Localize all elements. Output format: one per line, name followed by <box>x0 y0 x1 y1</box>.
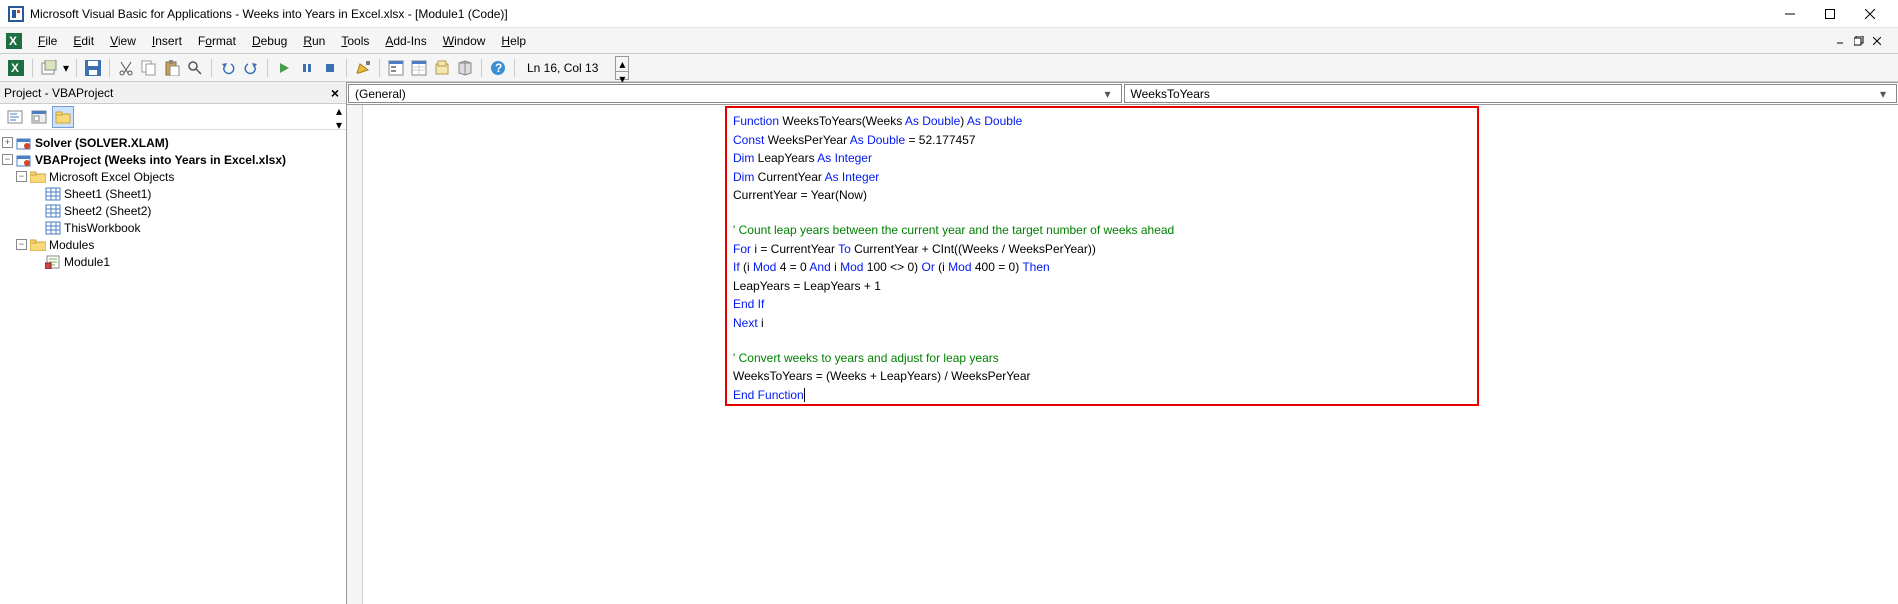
folder-icon <box>30 170 46 184</box>
svg-text:?: ? <box>495 61 502 75</box>
project-scroll-up[interactable]: ▴ <box>332 104 346 118</box>
module-icon <box>45 255 61 269</box>
close-button[interactable] <box>1850 3 1890 25</box>
code-dropdowns: (General) ▾ WeeksToYears ▾ <box>347 83 1898 105</box>
menu-debug[interactable]: Debug <box>244 32 295 50</box>
paste-button[interactable] <box>162 58 182 78</box>
object-dropdown[interactable]: (General) ▾ <box>348 84 1122 103</box>
workbook-icon <box>45 221 61 235</box>
tree-solver[interactable]: + Solver (SOLVER.XLAM) <box>2 134 344 151</box>
collapse-icon[interactable]: − <box>16 239 27 250</box>
design-mode-button[interactable] <box>353 58 373 78</box>
maximize-button[interactable] <box>1810 3 1850 25</box>
object-dropdown-value: (General) <box>355 87 406 101</box>
folder-icon <box>30 238 46 252</box>
project-tree[interactable]: + Solver (SOLVER.XLAM) − VBAProject (Wee… <box>0 130 346 604</box>
project-toolbar: ▴ ▾ <box>0 104 346 130</box>
svg-text:X: X <box>9 34 17 48</box>
title-bar: Microsoft Visual Basic for Applications … <box>0 0 1898 28</box>
project-scroll-down[interactable]: ▾ <box>332 118 346 132</box>
expand-icon[interactable]: + <box>2 137 13 148</box>
worksheet-icon <box>45 204 61 218</box>
menu-edit[interactable]: Edit <box>65 32 102 50</box>
object-browser-button[interactable] <box>432 58 452 78</box>
menu-window[interactable]: Window <box>435 32 494 50</box>
toggle-folders-button[interactable] <box>52 106 74 128</box>
menu-insert[interactable]: Insert <box>144 32 190 50</box>
tree-excel-objects[interactable]: − Microsoft Excel Objects <box>2 168 344 185</box>
tree-vbaproject[interactable]: − VBAProject (Weeks into Years in Excel.… <box>2 151 344 168</box>
redo-button[interactable] <box>241 58 261 78</box>
workspace: Project - VBAProject × ▴ ▾ + Solver (SOL… <box>0 82 1898 604</box>
project-panel-close-button[interactable]: × <box>328 86 342 100</box>
menu-help[interactable]: Help <box>493 32 534 50</box>
undo-button[interactable] <box>218 58 238 78</box>
child-close-button[interactable] <box>1869 34 1885 48</box>
excel-icon[interactable]: X <box>6 33 22 49</box>
worksheet-icon <box>45 187 61 201</box>
project-icon <box>16 136 32 150</box>
code-window: (General) ▾ WeeksToYears ▾ Function Week… <box>347 82 1898 604</box>
chevron-down-icon: ▾ <box>1101 87 1115 101</box>
code-editor[interactable]: Function WeeksToYears(Weeks As Double) A… <box>347 105 1898 604</box>
menu-format[interactable]: Format <box>190 32 244 50</box>
view-excel-button[interactable]: X <box>6 58 26 78</box>
project-panel-title: Project - VBAProject <box>4 86 113 100</box>
menu-bar: X File Edit View Insert Format Debug Run… <box>0 28 1898 54</box>
project-explorer-button[interactable] <box>386 58 406 78</box>
insert-button[interactable] <box>39 58 59 78</box>
find-button[interactable] <box>185 58 205 78</box>
menu-addins[interactable]: Add-Ins <box>377 32 434 50</box>
vba-app-icon <box>8 6 24 22</box>
project-panel-titlebar: Project - VBAProject × <box>0 82 346 104</box>
help-button[interactable]: ? <box>488 58 508 78</box>
child-minimize-button[interactable] <box>1833 34 1849 48</box>
project-icon <box>16 153 32 167</box>
code-gutter <box>347 105 363 604</box>
tree-sheet1[interactable]: Sheet1 (Sheet1) <box>2 185 344 202</box>
project-explorer-panel: Project - VBAProject × ▴ ▾ + Solver (SOL… <box>0 82 347 604</box>
tree-modules[interactable]: − Modules <box>2 236 344 253</box>
menu-file[interactable]: File <box>30 32 65 50</box>
svg-text:X: X <box>11 61 19 75</box>
chevron-down-icon: ▾ <box>1876 87 1890 101</box>
tree-thisworkbook[interactable]: ThisWorkbook <box>2 219 344 236</box>
copy-button[interactable] <box>139 58 159 78</box>
procedure-dropdown[interactable]: WeeksToYears ▾ <box>1124 84 1898 103</box>
properties-button[interactable] <box>409 58 429 78</box>
minimize-button[interactable] <box>1770 3 1810 25</box>
save-button[interactable] <box>83 58 103 78</box>
view-object-button[interactable] <box>28 106 50 128</box>
menu-run[interactable]: Run <box>295 32 333 50</box>
menu-tools[interactable]: Tools <box>333 32 377 50</box>
cut-button[interactable] <box>116 58 136 78</box>
break-button[interactable] <box>297 58 317 78</box>
standard-toolbar: X ▾ ? Ln 16, Col 13 ▴▾ <box>0 54 1898 82</box>
cursor-position: Ln 16, Col 13 <box>521 60 604 76</box>
toolbox-button[interactable] <box>455 58 475 78</box>
tree-sheet2[interactable]: Sheet2 (Sheet2) <box>2 202 344 219</box>
tree-module1[interactable]: Module1 <box>2 253 344 270</box>
insert-dropdown[interactable]: ▾ <box>62 61 70 75</box>
collapse-icon[interactable]: − <box>16 171 27 182</box>
procedure-dropdown-value: WeeksToYears <box>1131 87 1210 101</box>
window-title: Microsoft Visual Basic for Applications … <box>30 7 1770 21</box>
code-text: Function WeeksToYears(Weeks As Double) A… <box>733 113 1174 405</box>
collapse-icon[interactable]: − <box>2 154 13 165</box>
reset-button[interactable] <box>320 58 340 78</box>
view-code-button[interactable] <box>4 106 26 128</box>
run-button[interactable] <box>274 58 294 78</box>
menu-view[interactable]: View <box>102 32 144 50</box>
toolbar-overflow[interactable]: ▴▾ <box>615 56 629 80</box>
child-restore-button[interactable] <box>1851 34 1867 48</box>
